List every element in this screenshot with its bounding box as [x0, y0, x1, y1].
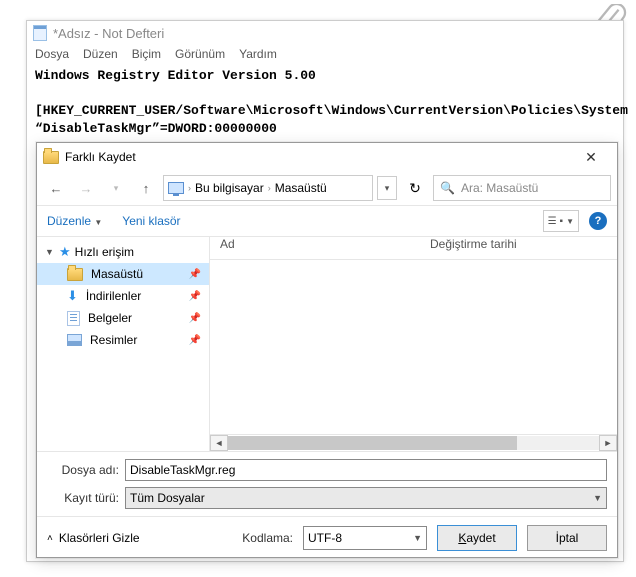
- navigation-tree: ▼ ★ Hızlı erişim Masaüstü 📌 ⬇ İndirilenl…: [37, 237, 210, 451]
- filename-input[interactable]: DisableTaskMgr.reg: [125, 459, 607, 481]
- search-input[interactable]: 🔍 Ara: Masaüstü: [433, 175, 611, 201]
- folder-icon: [67, 268, 83, 281]
- breadcrumb-dropdown[interactable]: ▾: [377, 176, 397, 200]
- star-icon: ★: [59, 244, 71, 260]
- tree-item-pictures[interactable]: Resimler 📌: [37, 329, 209, 351]
- forward-button[interactable]: →: [73, 176, 99, 200]
- tree-item-label: Masaüstü: [91, 267, 143, 281]
- scroll-right-icon[interactable]: ►: [599, 435, 617, 451]
- download-icon: ⬇: [67, 288, 78, 304]
- chevron-right-icon: ›: [268, 183, 271, 193]
- horizontal-scrollbar[interactable]: ◄ ►: [210, 434, 617, 451]
- encoding-select[interactable]: UTF-8▼: [303, 526, 427, 550]
- menu-format[interactable]: Biçim: [132, 47, 161, 61]
- scroll-left-icon[interactable]: ◄: [210, 435, 228, 451]
- organize-menu[interactable]: Düzenle ▼: [47, 214, 102, 228]
- dialog-icon: [43, 151, 59, 164]
- chevron-down-icon: ▼: [593, 493, 602, 503]
- tree-item-desktop[interactable]: Masaüstü 📌: [37, 263, 209, 285]
- crumb-pc[interactable]: Bu bilgisayar: [195, 181, 264, 195]
- image-icon: [67, 334, 82, 346]
- save-as-dialog: Farklı Kaydet ✕ ← → ▾ ↑ › Bu bilgisayar …: [36, 142, 618, 558]
- pc-icon: [168, 182, 184, 194]
- tree-item-label: İndirilenler: [86, 289, 141, 303]
- pin-icon: 📌: [189, 335, 201, 346]
- chevron-down-icon: ▼: [45, 247, 55, 257]
- recent-dropdown[interactable]: ▾: [103, 176, 129, 200]
- tree-item-downloads[interactable]: ⬇ İndirilenler 📌: [37, 285, 209, 307]
- close-button[interactable]: ✕: [571, 145, 611, 169]
- file-list-empty[interactable]: [210, 260, 617, 434]
- chevron-right-icon: ›: [188, 183, 191, 193]
- save-button-rest: aydet: [466, 531, 495, 545]
- refresh-button[interactable]: ↻: [401, 176, 429, 200]
- hide-folders-toggle[interactable]: ˄ Klasörleri Gizle: [47, 531, 140, 545]
- menu-help[interactable]: Yardım: [239, 47, 277, 61]
- pin-icon: 📌: [189, 269, 201, 280]
- filetype-select[interactable]: Tüm Dosyalar▼: [125, 487, 607, 509]
- notepad-menu: Dosya Düzen Biçim Görünüm Yardım: [27, 45, 623, 65]
- back-button[interactable]: ←: [43, 176, 69, 200]
- filename-label: Dosya adı:: [47, 463, 125, 477]
- menu-edit[interactable]: Düzen: [83, 47, 118, 61]
- search-placeholder: Ara: Masaüstü: [461, 181, 538, 195]
- encoding-label: Kodlama:: [242, 531, 293, 545]
- file-list: Ad Değiştirme tarihi ◄ ►: [210, 237, 617, 451]
- filetype-label: Kayıt türü:: [47, 491, 125, 505]
- breadcrumb[interactable]: › Bu bilgisayar › Masaüstü: [163, 175, 373, 201]
- chevron-up-icon: ˄: [47, 533, 53, 544]
- dialog-title: Farklı Kaydet: [65, 150, 571, 164]
- menu-file[interactable]: Dosya: [35, 47, 69, 61]
- pin-icon: 📌: [189, 291, 201, 302]
- up-button[interactable]: ↑: [133, 176, 159, 200]
- tree-label: Hızlı erişim: [75, 245, 134, 259]
- help-button[interactable]: ?: [589, 212, 607, 230]
- save-button[interactable]: Kaydet: [437, 525, 517, 551]
- search-icon: 🔍: [440, 181, 455, 195]
- column-modified[interactable]: Değiştirme tarihi: [430, 237, 617, 259]
- tree-quick-access[interactable]: ▼ ★ Hızlı erişim: [37, 241, 209, 263]
- new-folder-button[interactable]: Yeni klasör: [122, 214, 180, 228]
- column-name[interactable]: Ad: [210, 237, 430, 259]
- cancel-button[interactable]: İptal: [527, 525, 607, 551]
- notepad-content[interactable]: Windows Registry Editor Version 5.00 [HK…: [27, 65, 623, 145]
- tree-item-label: Resimler: [90, 333, 137, 347]
- document-icon: [67, 311, 80, 326]
- menu-view[interactable]: Görünüm: [175, 47, 225, 61]
- pin-icon: 📌: [189, 313, 201, 324]
- view-options[interactable]: ☰▪▼: [543, 210, 579, 232]
- notepad-title: *Adsız - Not Defteri: [53, 26, 164, 41]
- tree-item-documents[interactable]: Belgeler 📌: [37, 307, 209, 329]
- chevron-down-icon: ▼: [413, 533, 422, 543]
- crumb-desktop[interactable]: Masaüstü: [275, 181, 327, 195]
- tree-item-label: Belgeler: [88, 311, 132, 325]
- notepad-icon: [33, 25, 47, 41]
